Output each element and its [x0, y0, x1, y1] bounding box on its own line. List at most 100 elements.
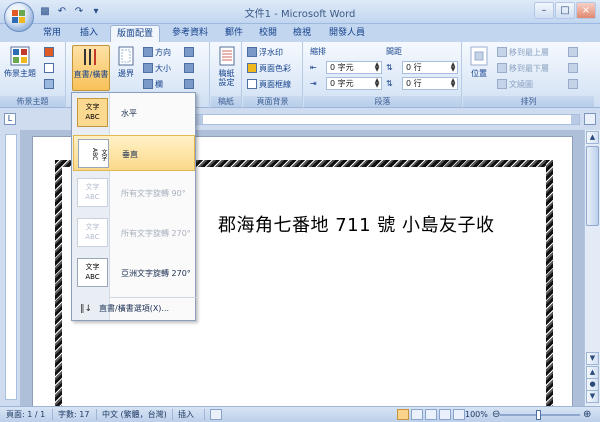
indent-left-icon: ⇤ — [310, 63, 317, 72]
menu-label-rotate-270: 所有文字旋轉 270° — [121, 229, 191, 238]
page-color-button[interactable]: 頁面色彩 — [247, 62, 291, 75]
bring-to-front-button[interactable]: 移到最上層 — [497, 46, 549, 59]
line-numbers-icon[interactable] — [184, 62, 196, 75]
position-button[interactable]: 位置 — [465, 45, 493, 91]
vertical-ruler — [5, 134, 17, 400]
status-insert-mode[interactable]: 插入 — [178, 407, 194, 422]
bring-front-icon — [497, 47, 507, 57]
breaks-icon[interactable] — [184, 46, 196, 59]
menu-item-text-direction-options[interactable]: ‖↓ 直書/橫書選項(X)... — [73, 300, 195, 318]
page-borders-button[interactable]: 頁面框線 — [247, 78, 291, 91]
align-icon[interactable] — [568, 46, 580, 59]
tab-developer[interactable]: 開發人員 — [322, 25, 372, 42]
spacing-before-input[interactable]: 0 行 ▲ ▼ — [402, 61, 458, 74]
tab-references[interactable]: 參考資料 — [165, 25, 215, 42]
vertical-scrollbar[interactable]: ▲ ▼ ▲ ● ▼ — [584, 130, 600, 406]
position-label: 位置 — [471, 69, 487, 78]
spacing-label: 間距 — [386, 47, 402, 56]
group-icon[interactable] — [568, 62, 580, 75]
draft-settings-label: 稿紙 設定 — [218, 69, 235, 87]
group-arrange: 位置 移到最上層 移到最下層 文繞圖 排列 — [463, 42, 594, 108]
wrap-text-icon — [497, 79, 507, 89]
menu-item-vertical[interactable]: 文字 ABC 垂直 — [73, 135, 195, 171]
wrap-text-button[interactable]: 文繞圖 — [497, 78, 533, 91]
theme-colors-icon[interactable] — [44, 46, 56, 59]
size-icon — [143, 63, 153, 73]
window-title: 文件1 - Microsoft Word — [244, 9, 356, 20]
group-paragraph: 縮排 間距 ⇤ 0 字元 ▲ ▼ ⇥ 0 字元 ▲ ▼ ⇅ 0 行 ▲ ▼ ⇅ 0 行 ▲ ▼ … — [304, 42, 462, 108]
horizontal-ruler[interactable] — [194, 114, 580, 125]
menu-label-asian-rotate-270: 亞洲文字旋轉 270° — [121, 269, 191, 278]
watermark-button[interactable]: 浮水印 — [247, 46, 283, 59]
rotate-icon[interactable] — [568, 78, 580, 91]
indent-left-input[interactable]: 0 字元 ▲ ▼ — [326, 61, 382, 74]
office-button[interactable] — [4, 2, 34, 32]
scroll-thumb[interactable] — [586, 146, 599, 226]
orientation-button[interactable]: 方向 — [143, 46, 171, 59]
group-label-page-background: 頁面背景 — [243, 96, 302, 107]
indent-right-input[interactable]: 0 字元 ▲ ▼ — [326, 77, 382, 90]
outline-view-icon[interactable] — [439, 409, 451, 420]
theme-effects-icon[interactable] — [44, 78, 56, 91]
spacing-after-input[interactable]: 0 行 ▲ ▼ — [402, 77, 458, 90]
web-layout-icon[interactable] — [425, 409, 437, 420]
margins-label: 邊界 — [118, 69, 134, 78]
status-bar: 頁面: 1 / 1 字數: 17 中文 (繁體，台灣) 插入 100% ⊖ ⊕ — [0, 406, 600, 422]
next-page-icon[interactable]: ▼ — [586, 390, 599, 403]
zoom-in-icon[interactable]: ⊕ — [583, 407, 591, 422]
columns-button[interactable]: 欄 — [143, 78, 163, 91]
menu-item-rotate-270[interactable]: 文字 ABC 所有文字旋轉 270° — [73, 215, 195, 251]
indent-right-icon: ⇥ — [310, 79, 317, 88]
text-direction-label: 直書/橫書 — [73, 70, 109, 79]
page-color-icon — [247, 63, 257, 73]
restore-icon[interactable]: □ — [555, 2, 575, 19]
group-label-arrange: 排列 — [463, 96, 594, 107]
draft-view-icon[interactable] — [453, 409, 465, 420]
horizontal-text-icon: 文字 ABC — [77, 98, 108, 127]
zoom-level[interactable]: 100% — [465, 407, 488, 422]
full-screen-reading-icon[interactable] — [411, 409, 423, 420]
status-page[interactable]: 頁面: 1 / 1 — [6, 407, 45, 422]
asian-rotate-270-text-icon: 文字 ABC — [77, 258, 108, 287]
text-direction-menu: 文字 ABC 水平 文字 ABC 垂直 文字 ABC 所有文字旋轉 90° 文字… — [71, 92, 196, 321]
scroll-up-icon[interactable]: ▲ — [586, 131, 599, 144]
tab-home[interactable]: 常用 — [36, 25, 68, 42]
tab-selector[interactable]: L — [4, 113, 16, 125]
status-words[interactable]: 字數: 17 — [58, 407, 89, 422]
tab-review[interactable]: 校閱 — [252, 25, 284, 42]
ribbon-tabs: 常用 插入 版面配置 參考資料 郵件 校閱 檢視 開發人員 — [0, 24, 600, 43]
columns-icon — [143, 79, 153, 89]
theme-fonts-icon[interactable] — [44, 62, 56, 75]
margins-button[interactable]: 邊界 — [113, 45, 139, 91]
zoom-slider-knob[interactable] — [536, 410, 541, 420]
macro-record-icon[interactable] — [210, 409, 222, 420]
draft-settings-button[interactable]: 稿紙 設定 — [213, 45, 240, 91]
view-ruler-icon[interactable] — [584, 113, 596, 125]
tab-page-layout[interactable]: 版面配置 — [110, 25, 160, 43]
document-text[interactable]: 郡海角七番地 711 號 小島友子收 — [218, 211, 495, 237]
print-layout-icon[interactable] — [397, 409, 409, 420]
send-to-back-button[interactable]: 移到最下層 — [497, 62, 549, 75]
group-themes: 佈景主題 佈景主題 — [0, 42, 66, 108]
text-direction-button[interactable]: 直書/橫書 — [72, 45, 110, 91]
scroll-down-icon[interactable]: ▼ — [586, 352, 599, 365]
menu-label-text-direction-options: 直書/橫書選項(X)... — [99, 304, 170, 313]
menu-item-rotate-90[interactable]: 文字 ABC 所有文字旋轉 90° — [73, 175, 195, 211]
tab-mailings[interactable]: 郵件 — [218, 25, 250, 42]
themes-icon — [10, 46, 30, 66]
themes-button[interactable]: 佈景主題 — [2, 45, 38, 91]
hyphenation-icon[interactable] — [184, 78, 196, 91]
group-label-paragraph: 段落 — [304, 96, 461, 107]
spacing-after-icon: ⇅ — [386, 79, 393, 88]
menu-item-horizontal[interactable]: 文字 ABC 水平 — [73, 95, 195, 131]
tab-view[interactable]: 檢視 — [286, 25, 318, 42]
size-button[interactable]: 大小 — [143, 62, 171, 75]
menu-item-asian-rotate-270[interactable]: 文字 ABC 亞洲文字旋轉 270° — [73, 255, 195, 291]
close-icon[interactable]: × — [576, 2, 596, 19]
status-language[interactable]: 中文 (繁體，台灣) — [102, 407, 167, 422]
minimize-icon[interactable]: – — [534, 2, 554, 19]
send-back-icon — [497, 63, 507, 73]
watermark-icon — [247, 47, 257, 57]
orientation-icon — [143, 47, 153, 57]
tab-insert[interactable]: 插入 — [72, 25, 106, 42]
